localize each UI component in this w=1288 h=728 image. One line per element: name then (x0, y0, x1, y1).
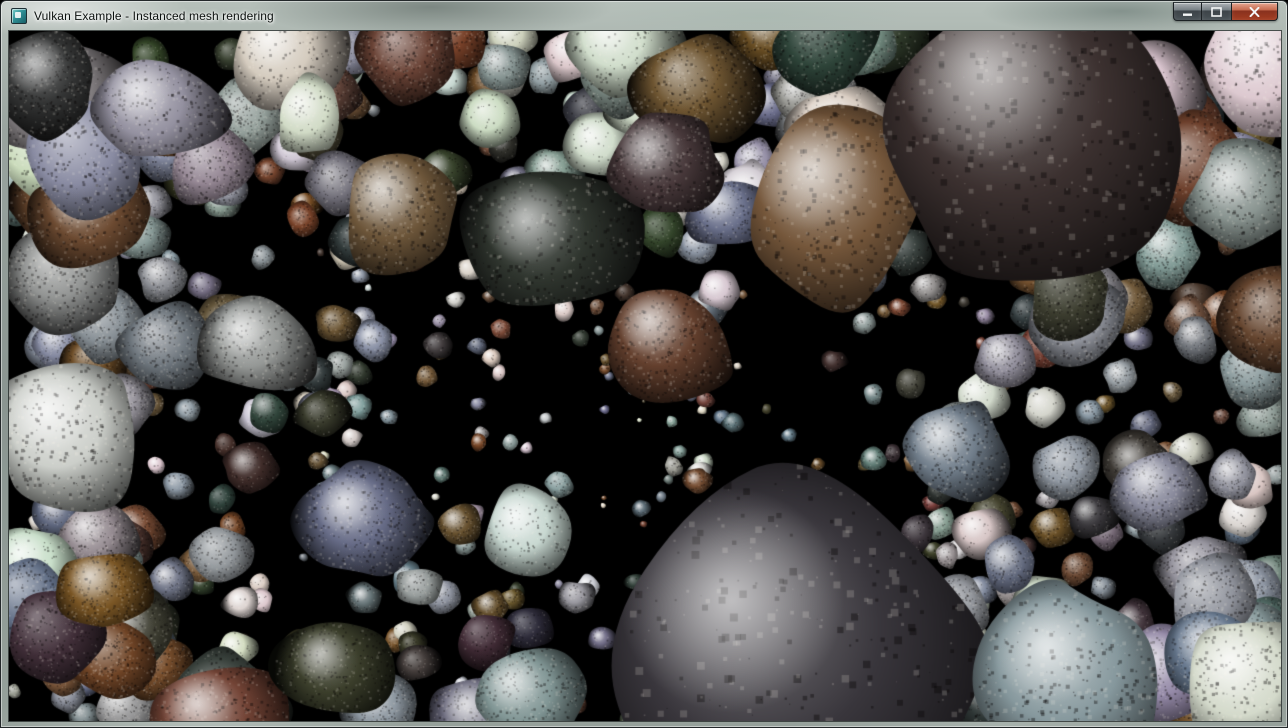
close-button[interactable] (1231, 2, 1278, 21)
maximize-button[interactable] (1201, 2, 1232, 21)
minimize-button[interactable] (1173, 2, 1202, 21)
window-title: Vulkan Example - Instanced mesh renderin… (34, 9, 274, 23)
window-controls (1174, 2, 1278, 21)
viewport-container (9, 31, 1281, 721)
app-icon[interactable] (11, 8, 27, 24)
minimize-icon (1182, 7, 1193, 17)
window-frame: Vulkan Example - Instanced mesh renderin… (0, 0, 1288, 728)
close-icon (1249, 7, 1260, 17)
render-viewport[interactable] (9, 31, 1281, 721)
title-bar[interactable]: Vulkan Example - Instanced mesh renderin… (1, 1, 1287, 31)
maximize-icon (1211, 7, 1222, 17)
